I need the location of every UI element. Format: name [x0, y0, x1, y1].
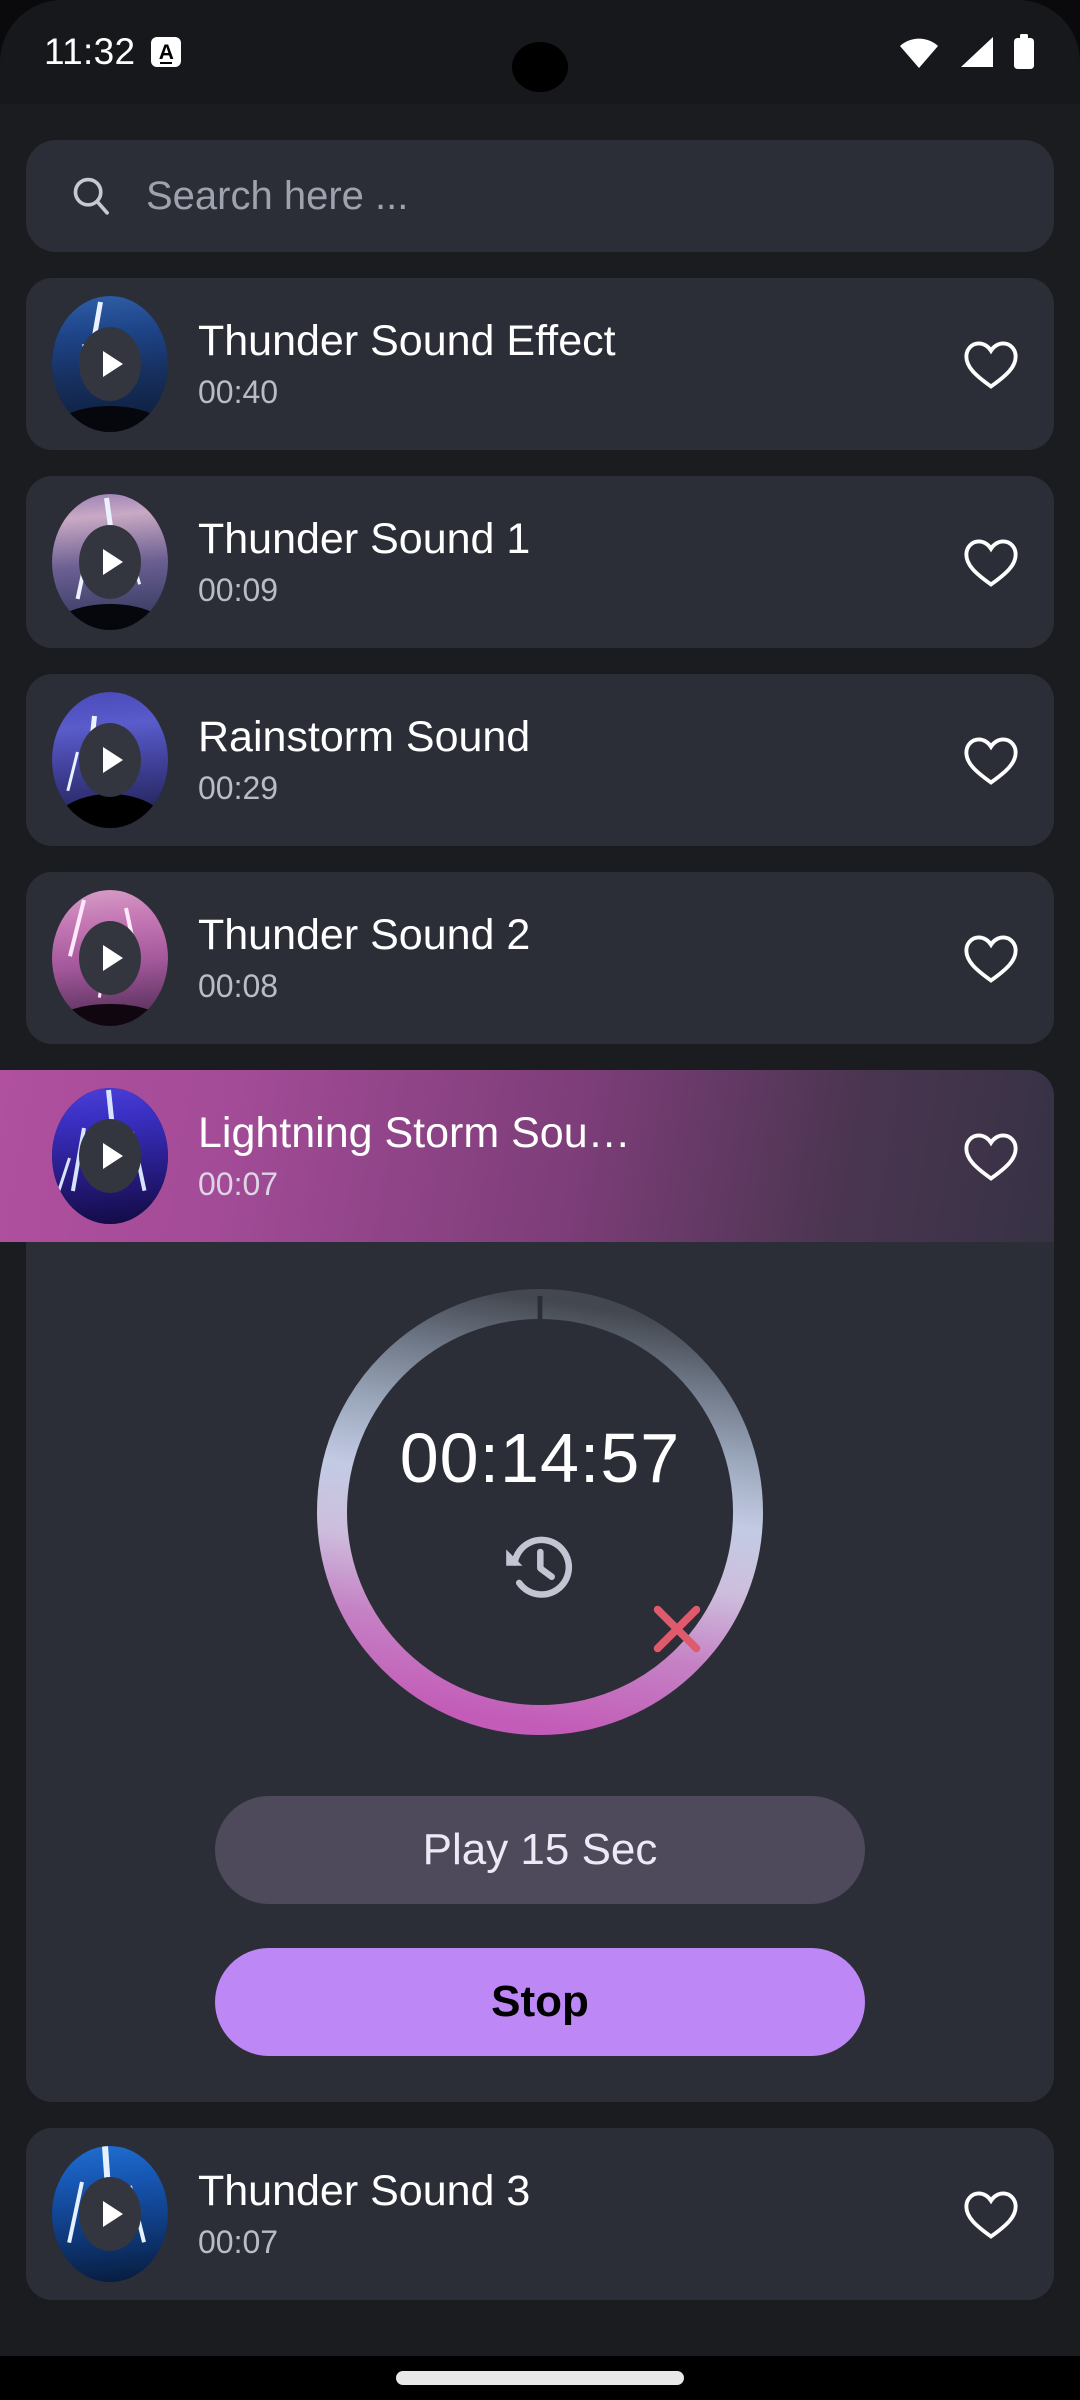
notification-badge-icon: A: [151, 37, 182, 67]
favorite-heart-icon[interactable]: [962, 931, 1020, 985]
sound-info: Thunder Sound 3 00:07: [198, 2167, 948, 2261]
sound-thumbnail[interactable]: [52, 2146, 168, 2282]
wifi-icon: [900, 38, 938, 68]
sound-duration: 00:40: [198, 374, 279, 410]
play-button[interactable]: [79, 525, 141, 599]
sound-info: Thunder Sound 1 00:09: [198, 515, 948, 609]
history-restore-icon[interactable]: [501, 1528, 579, 1606]
play-triangle-icon: [103, 1143, 123, 1169]
sound-duration: 00:08: [198, 968, 279, 1004]
search-input[interactable]: Search here ...: [146, 174, 408, 219]
sound-row-2[interactable]: Rainstorm Sound 00:29: [26, 674, 1054, 846]
system-navigation-bar: [0, 2356, 1080, 2400]
sound-info: Lightning Storm Sou… 00:07: [198, 1109, 948, 1203]
play-button[interactable]: [79, 723, 141, 797]
play-triangle-icon: [103, 747, 123, 773]
scroll-content[interactable]: Search here ... Thunder Sound Effect 00:…: [0, 104, 1080, 2356]
sound-title: Thunder Sound Effect: [198, 317, 616, 365]
camera-punch-hole: [512, 42, 568, 92]
favorite-heart-icon[interactable]: [962, 2187, 1020, 2241]
sound-info: Thunder Sound 2 00:08: [198, 911, 948, 1005]
sound-thumbnail[interactable]: [52, 692, 168, 828]
timer-center: 00:14:57: [400, 1418, 680, 1606]
status-bar-left: 11:32 A: [44, 31, 182, 73]
close-icon[interactable]: [646, 1598, 708, 1660]
sound-title: Thunder Sound 2: [198, 911, 531, 959]
favorite-heart-icon[interactable]: [962, 535, 1020, 589]
sound-thumbnail[interactable]: [52, 890, 168, 1026]
play-button[interactable]: [79, 921, 141, 995]
favorite-heart-icon[interactable]: [962, 1129, 1020, 1183]
cellular-signal-icon: [961, 37, 993, 67]
sound-duration: 00:07: [198, 1166, 279, 1202]
status-bar-clock: 11:32: [44, 31, 136, 72]
play-triangle-icon: [103, 945, 123, 971]
sound-row-0[interactable]: Thunder Sound Effect 00:40: [26, 278, 1054, 450]
home-indicator[interactable]: [396, 2371, 684, 2385]
sound-row-1[interactable]: Thunder Sound 1 00:09: [26, 476, 1054, 648]
sound-title: Lightning Storm Sou…: [198, 1109, 631, 1157]
phone-screen: 11:32 A Search here ... Thunder Sound Ef…: [0, 0, 1080, 2400]
play-triangle-icon: [103, 549, 123, 575]
sound-info: Thunder Sound Effect 00:40: [198, 317, 948, 411]
stop-button[interactable]: Stop: [215, 1948, 865, 2056]
sound-duration: 00:07: [198, 2224, 279, 2260]
sound-title: Rainstorm Sound: [198, 713, 531, 761]
play-15-sec-button[interactable]: Play 15 Sec: [215, 1796, 865, 1904]
timer-ring: 00:14:57: [308, 1280, 772, 1744]
search-bar[interactable]: Search here ...: [26, 140, 1054, 252]
search-icon: [73, 177, 109, 215]
play-button[interactable]: [79, 2177, 141, 2251]
play-button[interactable]: [79, 327, 141, 401]
sound-duration: 00:29: [198, 770, 279, 806]
play-15-sec-label: Play 15 Sec: [422, 1825, 658, 1874]
battery-icon: [1014, 34, 1034, 69]
play-triangle-icon: [103, 2201, 123, 2227]
sound-info: Rainstorm Sound 00:29: [198, 713, 948, 807]
sound-thumbnail[interactable]: [52, 1088, 168, 1224]
notification-badge-letter: A: [158, 40, 174, 64]
sound-row-5[interactable]: Thunder Sound 3 00:07: [26, 2128, 1054, 2300]
sound-row-3[interactable]: Thunder Sound 2 00:08: [26, 872, 1054, 1044]
sound-row-4-selected[interactable]: Lightning Storm Sou… 00:07: [0, 1070, 1054, 1242]
status-bar-right: [898, 34, 1036, 70]
sound-title: Thunder Sound 1: [198, 515, 531, 563]
sound-thumbnail[interactable]: [52, 296, 168, 432]
sound-duration: 00:09: [198, 572, 279, 608]
sound-title: Thunder Sound 3: [198, 2167, 531, 2215]
play-triangle-icon: [103, 351, 123, 377]
sleep-timer-panel: 00:14:57 Play 15 Sec Stop: [26, 1242, 1054, 2102]
timer-remaining: 00:14:57: [399, 1419, 681, 1497]
favorite-heart-icon[interactable]: [962, 337, 1020, 391]
favorite-heart-icon[interactable]: [962, 733, 1020, 787]
play-button[interactable]: [79, 1119, 141, 1193]
stop-label: Stop: [491, 1977, 589, 2026]
sound-thumbnail[interactable]: [52, 494, 168, 630]
